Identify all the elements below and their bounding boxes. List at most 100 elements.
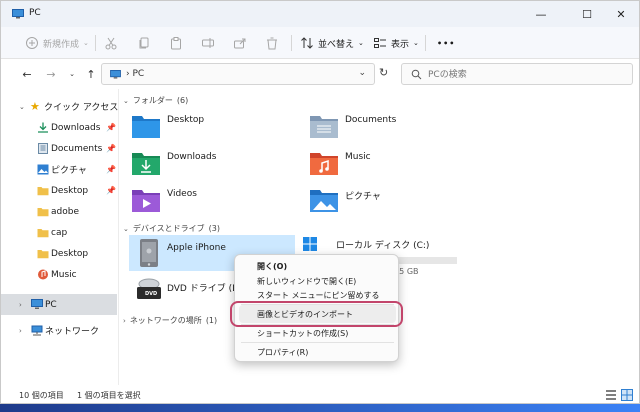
desktop-folder-icon: [132, 116, 160, 138]
more-options-button[interactable]: •••: [437, 33, 455, 53]
nav-item-pictures[interactable]: ピクチャ 📌: [1, 159, 117, 180]
folder-tile-desktop[interactable]: Desktop: [119, 107, 295, 143]
folder-tile-documents[interactable]: Documents: [297, 107, 473, 143]
breadcrumb[interactable]: › PC: [126, 69, 144, 79]
nav-item-music[interactable]: Music: [1, 264, 117, 285]
share-icon: [234, 38, 246, 49]
folder-tile-label: Documents: [345, 115, 397, 125]
chevron-down-icon[interactable]: ⌄: [123, 97, 129, 105]
nav-item-cap[interactable]: cap: [1, 222, 117, 243]
status-bar: 10 個の項目 1 個の項目を選択: [1, 385, 639, 403]
folder-tile-label: ピクチャ: [345, 192, 381, 202]
network-group-count: (1): [205, 316, 218, 325]
forward-button[interactable]: →: [44, 67, 58, 81]
close-icon: ✕: [616, 7, 626, 21]
download-icon: [38, 122, 48, 133]
pin-icon: 📌: [106, 165, 116, 174]
chevron-right-icon[interactable]: ›: [19, 301, 22, 309]
music-folder-icon: [310, 153, 338, 175]
chevron-down-icon[interactable]: ⌄: [123, 225, 129, 233]
nav-item-adobe[interactable]: adobe: [1, 201, 117, 222]
network-group-header[interactable]: › ネットワークの場所 (1): [123, 315, 217, 326]
local-disk-icon: [303, 237, 317, 251]
pc-monitor-icon: [31, 299, 43, 309]
nav-item-label: adobe: [51, 206, 79, 217]
details-view-icon[interactable]: [605, 389, 617, 401]
toolbar-divider: [425, 35, 426, 51]
downloads-folder-icon: [132, 153, 160, 175]
chevron-right-icon[interactable]: ›: [123, 317, 126, 325]
address-bar[interactable]: › PC ⌄: [101, 63, 375, 85]
view-button[interactable]: 表示 ⌄: [373, 33, 419, 53]
sort-arrows-icon: [301, 37, 313, 49]
nav-item-network-label: ネットワーク: [45, 327, 100, 337]
star-icon: ★: [30, 100, 40, 113]
copy-button[interactable]: [137, 33, 151, 53]
maximize-icon: ☐: [582, 7, 592, 21]
search-input[interactable]: [428, 67, 618, 82]
delete-button[interactable]: [265, 33, 279, 53]
close-button[interactable]: ✕: [601, 1, 639, 27]
folder-icon: [37, 250, 49, 259]
dvd-drive-icon-label: DVD: [145, 291, 158, 297]
pin-icon: 📌: [106, 144, 116, 153]
share-button[interactable]: [233, 33, 247, 53]
paste-button[interactable]: [169, 33, 183, 53]
chevron-down-icon: ⌄: [413, 39, 419, 47]
nav-item-label: Desktop: [51, 248, 89, 259]
network-group-label: ネットワークの場所: [129, 316, 202, 325]
folder-icon: [37, 208, 49, 217]
nav-quick-access[interactable]: ⌄ ★ クイック アクセス: [1, 96, 119, 117]
documents-folder-icon: [310, 116, 338, 138]
folders-group-count: (6): [176, 96, 189, 105]
pc-monitor-icon: [12, 9, 24, 19]
up-button[interactable]: ↑: [84, 67, 98, 81]
folders-group-header[interactable]: ⌄ フォルダー (6): [123, 95, 188, 106]
chevron-right-icon[interactable]: ›: [19, 327, 22, 335]
folder-tile-videos[interactable]: Videos: [119, 181, 295, 217]
arrow-up-icon: ↑: [86, 67, 96, 81]
folder-tile-downloads[interactable]: Downloads: [119, 144, 295, 180]
nav-item-label: Documents: [51, 143, 103, 154]
chevron-down-icon[interactable]: ⌄: [358, 68, 366, 78]
folder-tile-music[interactable]: Music: [297, 144, 473, 180]
cut-button[interactable]: [104, 33, 118, 53]
videos-folder-icon: [132, 190, 160, 212]
nav-item-downloads[interactable]: Downloads 📌: [1, 117, 117, 138]
folder-icon: [37, 229, 49, 238]
pin-icon: 📌: [106, 123, 116, 132]
search-box[interactable]: [401, 63, 633, 85]
refresh-button[interactable]: ↻: [379, 66, 388, 79]
nav-item-documents[interactable]: Documents 📌: [1, 138, 117, 159]
nav-quick-access-label: クイック アクセス: [44, 103, 119, 113]
toolbar-divider: [95, 35, 96, 51]
nav-item-desktop-2[interactable]: Desktop: [1, 243, 117, 264]
chevron-down-icon[interactable]: ⌄: [19, 103, 25, 111]
menu-item-open-new-window[interactable]: 新しいウィンドウで開く(E): [257, 276, 356, 287]
nav-item-pc[interactable]: › PC: [1, 294, 117, 315]
arrow-left-icon: ←: [22, 67, 32, 81]
chevron-down-icon: ⌄: [83, 39, 89, 47]
explorer-window: PC — ☐ ✕ 新規作成 ⌄ 並べ替え ⌄ 表示 ⌄ ••• ← → ⌄ ↑ …: [0, 0, 640, 404]
minimize-button[interactable]: —: [521, 1, 561, 27]
nav-item-desktop[interactable]: Desktop 📌: [1, 180, 117, 201]
status-items-count: 10 個の項目: [19, 391, 64, 400]
recent-locations-button[interactable]: ⌄: [65, 67, 79, 81]
folder-tile-pictures[interactable]: ピクチャ: [297, 181, 473, 217]
refresh-icon: ↻: [379, 66, 389, 79]
menu-item-properties[interactable]: プロパティ(R): [257, 347, 308, 358]
new-button[interactable]: 新規作成 ⌄: [25, 33, 89, 53]
nav-item-label: cap: [51, 227, 68, 238]
menu-item-open[interactable]: 開く(O): [257, 261, 287, 272]
devices-group-header[interactable]: ⌄ デバイスとドライブ (3): [123, 223, 220, 234]
sort-button[interactable]: 並べ替え ⌄: [300, 33, 364, 53]
back-button[interactable]: ←: [20, 67, 34, 81]
view-button-label: 表示: [391, 39, 410, 50]
folders-group-label: フォルダー: [132, 96, 173, 105]
menu-item-create-shortcut[interactable]: ショートカットの作成(S): [257, 328, 348, 339]
tiles-view-icon[interactable]: [621, 389, 633, 401]
arrow-right-icon: →: [46, 67, 56, 81]
menu-item-pin-to-start[interactable]: スタート メニューにピン留めする: [257, 290, 380, 301]
rename-button[interactable]: [201, 33, 215, 53]
nav-item-network[interactable]: › ネットワーク: [1, 320, 117, 341]
